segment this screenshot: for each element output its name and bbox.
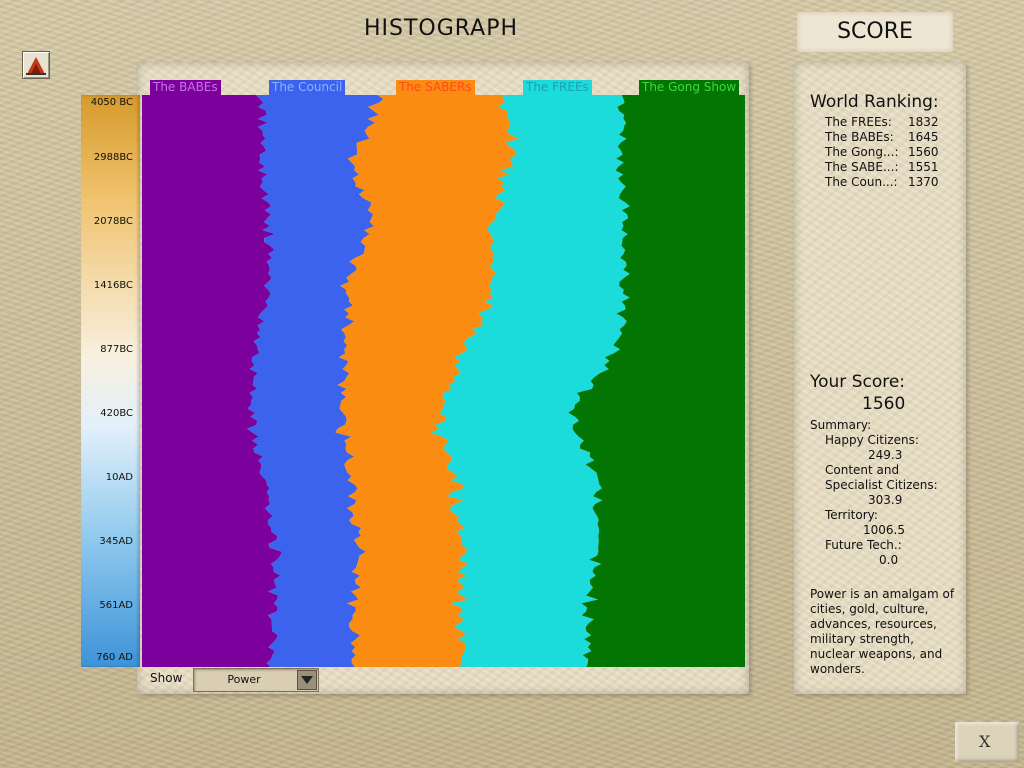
timeline-tick: 1416BC <box>93 280 133 291</box>
future-tech-label: Future Tech.: <box>825 538 902 552</box>
score-title: SCORE <box>797 12 953 52</box>
timeline-tick: 4050 BC <box>90 97 133 108</box>
show-label: Show <box>150 671 183 685</box>
close-icon: X <box>979 732 991 751</box>
summary-label: Summary: <box>810 418 872 432</box>
ranking-name: The Coun...: <box>825 175 898 189</box>
timeline-tick: 10AD <box>105 472 133 483</box>
ranking-score: 1560 <box>908 145 939 159</box>
power-description: Power is an amalgam of cities, gold, cul… <box>810 587 955 676</box>
ranking-name: The BABEs: <box>825 130 894 144</box>
your-score-title: Your Score: <box>810 372 906 392</box>
civ-label-babes: The BABEs <box>150 80 221 95</box>
timeline-bar: 4050 BC 2988BC 2078BC 1416BC 877BC 420BC… <box>81 95 140 667</box>
ranking-score: 1370 <box>908 175 939 189</box>
histograph-chart <box>142 95 745 667</box>
ranking-name: The FREEs: <box>825 115 892 129</box>
histograph-title: HISTOGRAPH <box>363 16 519 41</box>
happy-citizens-label: Happy Citizens: <box>825 433 919 447</box>
ranking-score: 1832 <box>908 115 939 129</box>
timeline-tick: 420BC <box>100 408 133 419</box>
civ-label-sabers: The SABERs <box>396 80 475 95</box>
timeline-tick: 2078BC <box>93 216 133 227</box>
close-button[interactable]: X <box>955 722 1019 762</box>
timeline-tick: 345AD <box>99 536 133 547</box>
ranking-score: 1645 <box>908 130 939 144</box>
civ-label-frees: The FREEs <box>523 80 592 95</box>
ranking-score: 1551 <box>908 160 939 174</box>
timeline-tick: 877BC <box>100 344 133 355</box>
chevron-down-icon[interactable] <box>297 670 317 690</box>
civ-label-council: The Council <box>269 80 346 95</box>
show-dropdown[interactable]: Power <box>193 668 319 692</box>
timeline-tick: 561AD <box>99 600 133 611</box>
content-label-2: Specialist Citizens: <box>825 478 938 492</box>
civ-label-gong-show: The Gong Show <box>639 80 740 95</box>
future-tech-value: 0.0 <box>879 553 899 567</box>
your-score-value: 1560 <box>862 394 906 414</box>
world-ranking-title: World Ranking: <box>810 92 939 112</box>
content-label-1: Content and <box>825 463 900 477</box>
territory-label: Territory: <box>825 508 878 522</box>
ranking-name: The Gong...: <box>825 145 899 159</box>
show-dropdown-value: Power <box>227 673 261 686</box>
advisor-icon <box>26 57 46 75</box>
ranking-name: The SABE...: <box>825 160 899 174</box>
happy-citizens-value: 249.3 <box>868 448 903 462</box>
timeline-tick: 760 AD <box>96 652 133 663</box>
content-value: 303.9 <box>868 493 903 507</box>
territory-value: 1006.5 <box>863 523 905 537</box>
timeline-tick: 2988BC <box>93 152 133 163</box>
advisor-button[interactable] <box>22 51 50 79</box>
